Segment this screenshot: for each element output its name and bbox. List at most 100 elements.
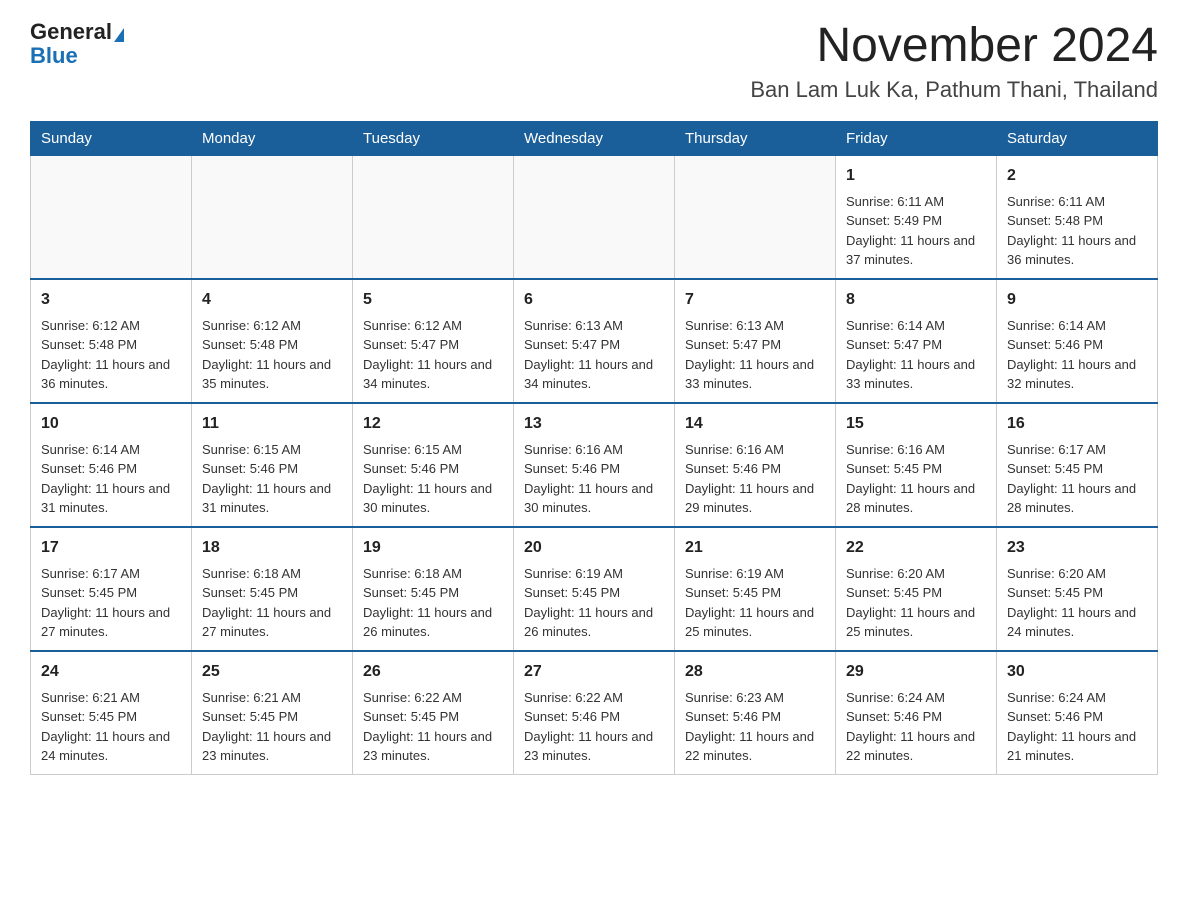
calendar-cell: 2 Sunrise: 6:11 AMSunset: 5:48 PMDaylight… — [997, 155, 1158, 279]
calendar-cell — [31, 155, 192, 279]
day-info: Sunrise: 6:18 AM — [202, 564, 342, 584]
day-info: Sunset: 5:45 PM — [41, 583, 181, 603]
day-info: Sunrise: 6:16 AM — [846, 440, 986, 460]
day-info: Sunrise: 6:19 AM — [685, 564, 825, 584]
day-number: 26 — [363, 660, 503, 684]
day-info: Sunset: 5:45 PM — [1007, 459, 1147, 479]
day-info: Daylight: 11 hours and 31 minutes. — [41, 479, 181, 518]
day-info: Sunrise: 6:17 AM — [1007, 440, 1147, 460]
day-info: Sunset: 5:48 PM — [1007, 211, 1147, 231]
day-info: Daylight: 11 hours and 27 minutes. — [41, 603, 181, 642]
day-info: Sunrise: 6:14 AM — [41, 440, 181, 460]
day-info: Daylight: 11 hours and 37 minutes. — [846, 231, 986, 270]
subtitle: Ban Lam Luk Ka, Pathum Thani, Thailand — [750, 77, 1158, 103]
calendar-cell: 17 Sunrise: 6:17 AMSunset: 5:45 PMDayligh… — [31, 527, 192, 651]
day-info: Sunrise: 6:11 AM — [846, 192, 986, 212]
calendar-cell: 15Sunrise: 6:16 AMSunset: 5:45 PMDayligh… — [836, 403, 997, 527]
day-info: Sunrise: 6:12 AM — [363, 316, 503, 336]
calendar-cell: 3Sunrise: 6:12 AMSunset: 5:48 PMDaylight… — [31, 279, 192, 403]
day-number: 20 — [524, 536, 664, 560]
day-info: Sunset: 5:45 PM — [846, 583, 986, 603]
day-number: 17 — [41, 536, 181, 560]
day-info: Daylight: 11 hours and 22 minutes. — [846, 727, 986, 766]
day-info: Daylight: 11 hours and 31 minutes. — [202, 479, 342, 518]
calendar-cell: 8Sunrise: 6:14 AMSunset: 5:47 PMDaylight… — [836, 279, 997, 403]
calendar-cell: 25Sunrise: 6:21 AMSunset: 5:45 PMDayligh… — [192, 651, 353, 775]
day-info: Sunset: 5:46 PM — [685, 707, 825, 727]
day-info: Daylight: 11 hours and 33 minutes. — [846, 355, 986, 394]
calendar-body: 1Sunrise: 6:11 AMSunset: 5:49 PMDaylight… — [31, 155, 1158, 774]
day-info: Daylight: 11 hours and 23 minutes. — [202, 727, 342, 766]
day-info: Sunrise: 6:13 AM — [685, 316, 825, 336]
day-info: Sunrise: 6:21 AM — [41, 688, 181, 708]
day-info: Daylight: 11 hours and 35 minutes. — [202, 355, 342, 394]
header-day-saturday: Saturday — [997, 121, 1158, 155]
day-info: Sunset: 5:46 PM — [524, 707, 664, 727]
day-info: Daylight: 11 hours and 30 minutes. — [363, 479, 503, 518]
day-number: 6 — [524, 288, 664, 312]
day-number: 15 — [846, 412, 986, 436]
calendar-cell: 22Sunrise: 6:20 AMSunset: 5:45 PMDayligh… — [836, 527, 997, 651]
day-info: Sunset: 5:47 PM — [524, 335, 664, 355]
calendar-week-1: 1Sunrise: 6:11 AMSunset: 5:49 PMDaylight… — [31, 155, 1158, 279]
day-info: Daylight: 11 hours and 29 minutes. — [685, 479, 825, 518]
day-info: Sunrise: 6:20 AM — [846, 564, 986, 584]
day-info: Daylight: 11 hours and 27 minutes. — [202, 603, 342, 642]
calendar-cell: 18Sunrise: 6:18 AMSunset: 5:45 PMDayligh… — [192, 527, 353, 651]
day-info: Sunset: 5:46 PM — [685, 459, 825, 479]
day-info: Daylight: 11 hours and 36 minutes. — [1007, 231, 1147, 270]
logo-top-row: General — [30, 20, 124, 44]
day-number: 4 — [202, 288, 342, 312]
day-number: 13 — [524, 412, 664, 436]
header-day-wednesday: Wednesday — [514, 121, 675, 155]
calendar-cell — [514, 155, 675, 279]
day-info: Sunrise: 6:18 AM — [363, 564, 503, 584]
day-info: Daylight: 11 hours and 25 minutes. — [685, 603, 825, 642]
day-info: Sunrise: 6:14 AM — [1007, 316, 1147, 336]
day-number: 11 — [202, 412, 342, 436]
day-info: Sunrise: 6:13 AM — [524, 316, 664, 336]
day-info: Sunrise: 6:22 AM — [363, 688, 503, 708]
day-info: Sunset: 5:46 PM — [41, 459, 181, 479]
calendar-cell: 30Sunrise: 6:24 AMSunset: 5:46 PMDayligh… — [997, 651, 1158, 775]
day-info: Sunset: 5:45 PM — [1007, 583, 1147, 603]
calendar-cell — [675, 155, 836, 279]
calendar-cell: 20Sunrise: 6:19 AMSunset: 5:45 PMDayligh… — [514, 527, 675, 651]
day-info: Daylight: 11 hours and 24 minutes. — [41, 727, 181, 766]
day-info: Daylight: 11 hours and 32 minutes. — [1007, 355, 1147, 394]
day-info: Sunset: 5:48 PM — [41, 335, 181, 355]
day-number: 25 — [202, 660, 342, 684]
day-info: Daylight: 11 hours and 33 minutes. — [685, 355, 825, 394]
day-info: Sunset: 5:46 PM — [202, 459, 342, 479]
calendar-cell: 1Sunrise: 6:11 AMSunset: 5:49 PMDaylight… — [836, 155, 997, 279]
day-info: Sunset: 5:45 PM — [524, 583, 664, 603]
calendar-cell: 26Sunrise: 6:22 AMSunset: 5:45 PMDayligh… — [353, 651, 514, 775]
day-number: 1 — [846, 164, 986, 188]
day-number: 2 — [1007, 164, 1147, 188]
calendar-cell: 9Sunrise: 6:14 AMSunset: 5:46 PMDaylight… — [997, 279, 1158, 403]
calendar-cell: 5Sunrise: 6:12 AMSunset: 5:47 PMDaylight… — [353, 279, 514, 403]
calendar-cell: 14Sunrise: 6:16 AMSunset: 5:46 PMDayligh… — [675, 403, 836, 527]
day-info: Daylight: 11 hours and 30 minutes. — [524, 479, 664, 518]
header-day-sunday: Sunday — [31, 121, 192, 155]
day-number: 7 — [685, 288, 825, 312]
page-header: General Blue November 2024 Ban Lam Luk K… — [30, 20, 1158, 103]
day-info: Sunset: 5:45 PM — [685, 583, 825, 603]
calendar-cell: 23Sunrise: 6:20 AMSunset: 5:45 PMDayligh… — [997, 527, 1158, 651]
day-number: 19 — [363, 536, 503, 560]
day-info: Sunset: 5:47 PM — [846, 335, 986, 355]
day-info: Sunrise: 6:11 AM — [1007, 192, 1147, 212]
day-info: Sunset: 5:46 PM — [846, 707, 986, 727]
calendar-cell: 12Sunrise: 6:15 AMSunset: 5:46 PMDayligh… — [353, 403, 514, 527]
day-info: Sunset: 5:45 PM — [363, 583, 503, 603]
calendar-cell: 11Sunrise: 6:15 AMSunset: 5:46 PMDayligh… — [192, 403, 353, 527]
calendar-cell: 7Sunrise: 6:13 AMSunset: 5:47 PMDaylight… — [675, 279, 836, 403]
day-info: Sunrise: 6:17 AM — [41, 564, 181, 584]
day-info: Sunset: 5:46 PM — [524, 459, 664, 479]
logo-blue-text: Blue — [30, 43, 78, 68]
day-info: Sunrise: 6:22 AM — [524, 688, 664, 708]
title-section: November 2024 Ban Lam Luk Ka, Pathum Tha… — [750, 20, 1158, 103]
day-info: Daylight: 11 hours and 34 minutes. — [363, 355, 503, 394]
day-info: Sunset: 5:46 PM — [1007, 707, 1147, 727]
day-info: Sunrise: 6:19 AM — [524, 564, 664, 584]
